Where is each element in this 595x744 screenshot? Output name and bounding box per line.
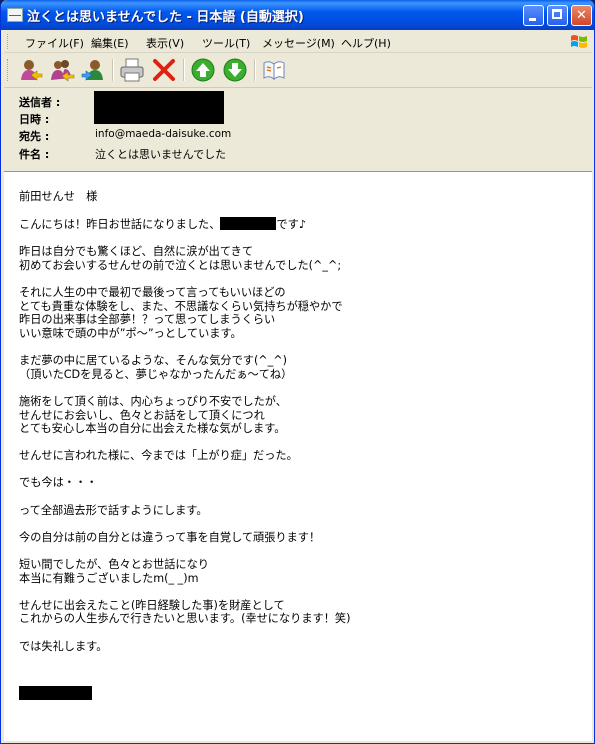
toolbar-separator	[112, 59, 114, 81]
menu-view[interactable]: 表示(V)	[146, 35, 184, 51]
forward-icon[interactable]	[81, 57, 107, 83]
message-window: 泣くとは思いませんでした - 日本語 (自動選択) ✕ ファイル(F) 編集(E…	[0, 0, 595, 744]
toolbar-grip[interactable]	[7, 59, 11, 81]
subject-value: 泣くとは思いませんでした	[95, 148, 227, 161]
minimize-icon	[524, 6, 543, 25]
from-label: 送信者 :	[19, 96, 61, 109]
redacted-signature	[19, 686, 92, 700]
toolbar-separator	[254, 59, 256, 81]
minimize-button[interactable]	[523, 5, 544, 26]
message-body-pane[interactable]: 前田せんせ 様 こんにちは！昨日お世話になりました、 です♪ 昨日は自分でも驚くほ…	[4, 171, 592, 741]
to-value[interactable]: info@maeda-daisuke.com	[95, 128, 231, 140]
subject-label: 件名 :	[19, 148, 50, 161]
message-greeting: 前田せんせ 様	[19, 190, 98, 203]
next-icon[interactable]	[222, 57, 248, 83]
toolbar	[4, 53, 592, 88]
message-icon	[7, 8, 23, 22]
close-icon: ✕	[576, 8, 587, 23]
reply-all-icon[interactable]	[49, 57, 75, 83]
reply-icon[interactable]	[17, 57, 43, 83]
previous-icon[interactable]	[190, 57, 216, 83]
message-line1-post: です♪	[276, 218, 306, 232]
menu-help[interactable]: ヘルプ(H)	[341, 35, 391, 51]
title-bar[interactable]: 泣くとは思いませんでした - 日本語 (自動選択) ✕	[1, 0, 594, 30]
menu-edit[interactable]: 編集(E)	[91, 35, 129, 51]
close-button[interactable]: ✕	[571, 5, 592, 26]
redacted-name	[220, 217, 277, 231]
print-icon[interactable]	[119, 57, 145, 83]
message-body: 前田せんせ 様 こんにちは！昨日お世話になりました、 です♪ 昨日は自分でも驚くほ…	[19, 190, 351, 653]
menu-file[interactable]: ファイル(F)	[25, 35, 84, 51]
message-header: 送信者 : 日時 : 宛先 : info@maeda-daisuke.com 件…	[4, 89, 592, 165]
menu-message[interactable]: メッセージ(M)	[262, 35, 335, 51]
addresses-icon[interactable]	[261, 57, 287, 83]
redacted-sender-date	[94, 91, 224, 124]
menu-grip[interactable]	[7, 34, 11, 49]
maximize-button[interactable]	[547, 5, 568, 26]
maximize-icon	[548, 6, 567, 25]
window-title: 泣くとは思いませんでした - 日本語 (自動選択)	[27, 10, 304, 25]
menu-bar: ファイル(F) 編集(E) 表示(V) ツール(T) メッセージ(M) ヘルプ(…	[4, 31, 592, 53]
message-text: 昨日は自分でも驚くほど、自然に涙が出てきて 初めてお会いするせんせの前で泣くとは…	[19, 245, 351, 653]
to-label: 宛先 :	[19, 130, 50, 143]
message-line1-pre: こんにちは！昨日お世話になりました、	[19, 218, 221, 232]
delete-icon[interactable]	[151, 57, 177, 83]
date-label: 日時 :	[19, 113, 50, 126]
toolbar-separator	[183, 59, 185, 81]
windows-logo-icon	[571, 35, 587, 48]
menu-tools[interactable]: ツール(T)	[202, 35, 250, 51]
